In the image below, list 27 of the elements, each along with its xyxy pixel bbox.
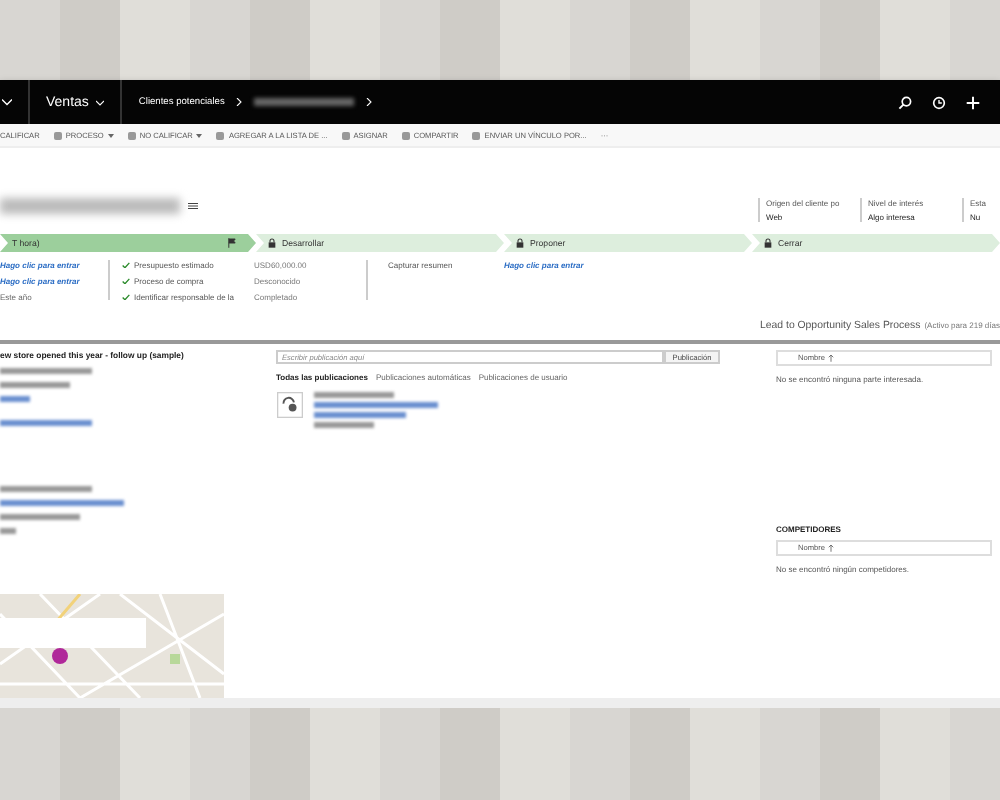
blurred-text xyxy=(314,392,394,398)
sort-up-icon[interactable] xyxy=(827,544,834,552)
caret-icon[interactable] xyxy=(107,133,114,137)
blurred-text xyxy=(314,422,374,428)
chevron-right-icon xyxy=(236,98,243,106)
blurred-text xyxy=(314,412,406,418)
post-avatar-icon xyxy=(276,392,304,418)
list-icon[interactable] xyxy=(188,202,198,210)
blurred-text xyxy=(254,98,355,106)
chevron-right-icon xyxy=(366,98,373,106)
chevron-down-icon[interactable] xyxy=(2,98,12,106)
search-icon[interactable] xyxy=(898,95,912,109)
history-icon[interactable] xyxy=(932,95,946,109)
caret-icon[interactable] xyxy=(196,133,203,137)
sort-up-icon[interactable] xyxy=(827,354,834,362)
blurred-text xyxy=(0,528,16,534)
blurred-text xyxy=(0,420,92,426)
chevron-down-icon xyxy=(96,99,105,105)
flag-icon[interactable] xyxy=(228,238,236,248)
blurred-text xyxy=(0,382,70,388)
blurred-text xyxy=(314,402,438,408)
plus-icon[interactable] xyxy=(966,95,980,109)
blurred-text xyxy=(0,396,30,402)
blurred-text xyxy=(0,368,92,374)
blurred-text xyxy=(0,500,124,506)
blurred-text xyxy=(0,514,80,520)
blurred-text xyxy=(0,486,92,492)
